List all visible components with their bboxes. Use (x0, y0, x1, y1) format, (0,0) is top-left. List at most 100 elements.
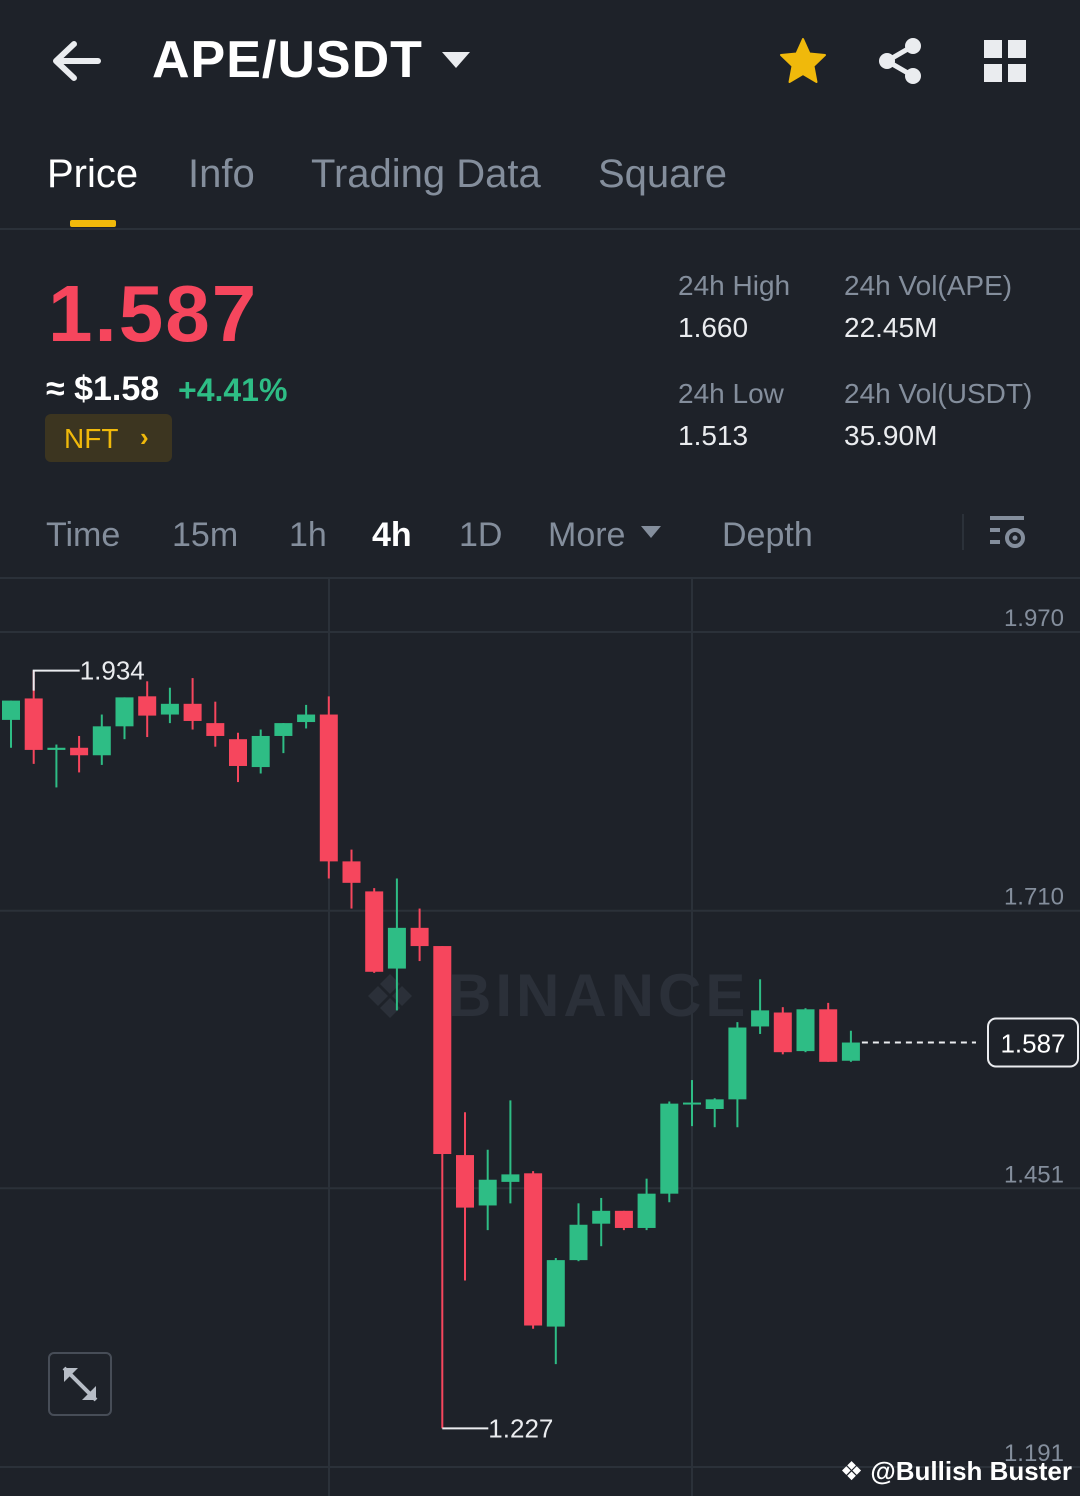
candle (138, 681, 157, 738)
interval-15m[interactable]: 15m (172, 516, 238, 555)
candle-body (319, 714, 338, 862)
caret-down-icon[interactable] (442, 52, 470, 68)
max-marker-line (32, 669, 80, 691)
candle (546, 1257, 565, 1365)
low-label: 24h Low (678, 378, 784, 409)
y-tick-label: 1.970 (1004, 605, 1064, 632)
tab-price[interactable]: Price (47, 152, 138, 197)
candle (751, 979, 770, 1034)
candle-body (47, 747, 66, 750)
candle-body (751, 1010, 770, 1027)
candle (592, 1197, 611, 1247)
fullscreen-button[interactable] (48, 1352, 112, 1416)
grid-menu-icon[interactable] (984, 40, 1026, 82)
interval-time[interactable]: Time (46, 516, 120, 555)
candle-body (796, 1009, 815, 1052)
candle (160, 687, 179, 724)
share-icon[interactable] (876, 36, 924, 86)
binance-logo-watermark (368, 974, 412, 1018)
current-price-label: 1.587 (1000, 1029, 1065, 1059)
candle-body (2, 700, 20, 720)
candle (841, 1030, 860, 1062)
candle-body (160, 703, 179, 715)
candle-body (773, 1012, 792, 1053)
candle (342, 849, 361, 909)
tab-info[interactable]: Info (188, 152, 255, 197)
candle-body (478, 1179, 497, 1206)
candle (47, 744, 66, 788)
candle (251, 729, 270, 774)
y-tick-label: 1.710 (1004, 884, 1064, 911)
candle-body (501, 1174, 520, 1182)
candle (637, 1178, 656, 1231)
candle-body (592, 1210, 611, 1224)
candle-body (728, 1027, 747, 1100)
candle-body (705, 1099, 724, 1109)
candle (433, 946, 452, 1429)
star-icon[interactable] (778, 36, 828, 86)
candle-body (138, 696, 157, 716)
candle-body (206, 723, 225, 736)
candle-body (251, 735, 270, 768)
candle-body (683, 1102, 701, 1105)
candle (705, 1098, 724, 1128)
pair-title[interactable]: APE/USDT (152, 30, 423, 90)
interval-more[interactable]: More (548, 516, 625, 555)
author-handle: ❖ @Bullish Buster (839, 1456, 1072, 1486)
candle (728, 1022, 747, 1128)
binance-watermark: BINANCE (448, 962, 749, 1029)
candle-body (819, 1009, 838, 1062)
tab-trading-data[interactable]: Trading Data (311, 152, 541, 197)
candle (478, 1149, 497, 1231)
candle-body (841, 1042, 860, 1061)
chart-settings-icon[interactable] (988, 512, 1028, 552)
candle (796, 1008, 815, 1053)
min-price-label: 1.227 (488, 1413, 553, 1443)
candle (229, 732, 247, 783)
candle (70, 735, 89, 773)
more-caret-icon (641, 526, 661, 538)
max-price-label: 1.934 (80, 656, 145, 686)
usd-price: ≈ $1.58 (46, 370, 160, 408)
candle (297, 704, 316, 729)
candle-body (115, 697, 134, 727)
last-price: 1.587 (48, 269, 259, 358)
chevron-right-icon: › (140, 422, 149, 452)
candle-body (24, 698, 43, 750)
candle-body (524, 1173, 543, 1326)
interval-depth[interactable]: Depth (722, 516, 813, 555)
candle (183, 678, 202, 730)
vol-base-label: 24h Vol(APE) (844, 270, 1013, 301)
candle (456, 1112, 474, 1281)
candle-body (433, 946, 452, 1155)
tabs-divider (0, 228, 1080, 230)
candle (92, 714, 111, 765)
candle (773, 1007, 792, 1055)
vol-quote-label: 24h Vol(USDT) (844, 378, 1033, 409)
vol-quote-value: 35.90M (844, 420, 938, 451)
candle (365, 888, 384, 973)
candle (115, 697, 134, 740)
candle-body (342, 861, 361, 883)
active-tab-indicator (70, 220, 116, 227)
tab-square[interactable]: Square (598, 152, 727, 197)
candle-body (229, 739, 247, 766)
candle-body (660, 1103, 679, 1194)
candle-body (387, 927, 406, 969)
interval-1d[interactable]: 1D (459, 516, 502, 555)
expand-icon (62, 1366, 98, 1402)
candle (2, 700, 20, 748)
interval-1h[interactable]: 1h (289, 516, 327, 555)
candle-body (410, 927, 429, 947)
candle-body (297, 714, 316, 723)
candle-body (637, 1193, 656, 1228)
interval-separator (962, 514, 964, 550)
vol-base-value: 22.45M (844, 312, 938, 343)
candle-body (546, 1260, 565, 1327)
candle (206, 701, 225, 747)
interval-4h[interactable]: 4h (372, 516, 412, 555)
back-arrow-icon[interactable] (50, 38, 102, 84)
high-value: 1.660 (678, 312, 749, 343)
candlestick-chart[interactable]: 1.9701.7101.4511.191 BINANCE 1.9341.2271… (0, 578, 1080, 1496)
binance-square-icon: ❖ (839, 1456, 864, 1486)
